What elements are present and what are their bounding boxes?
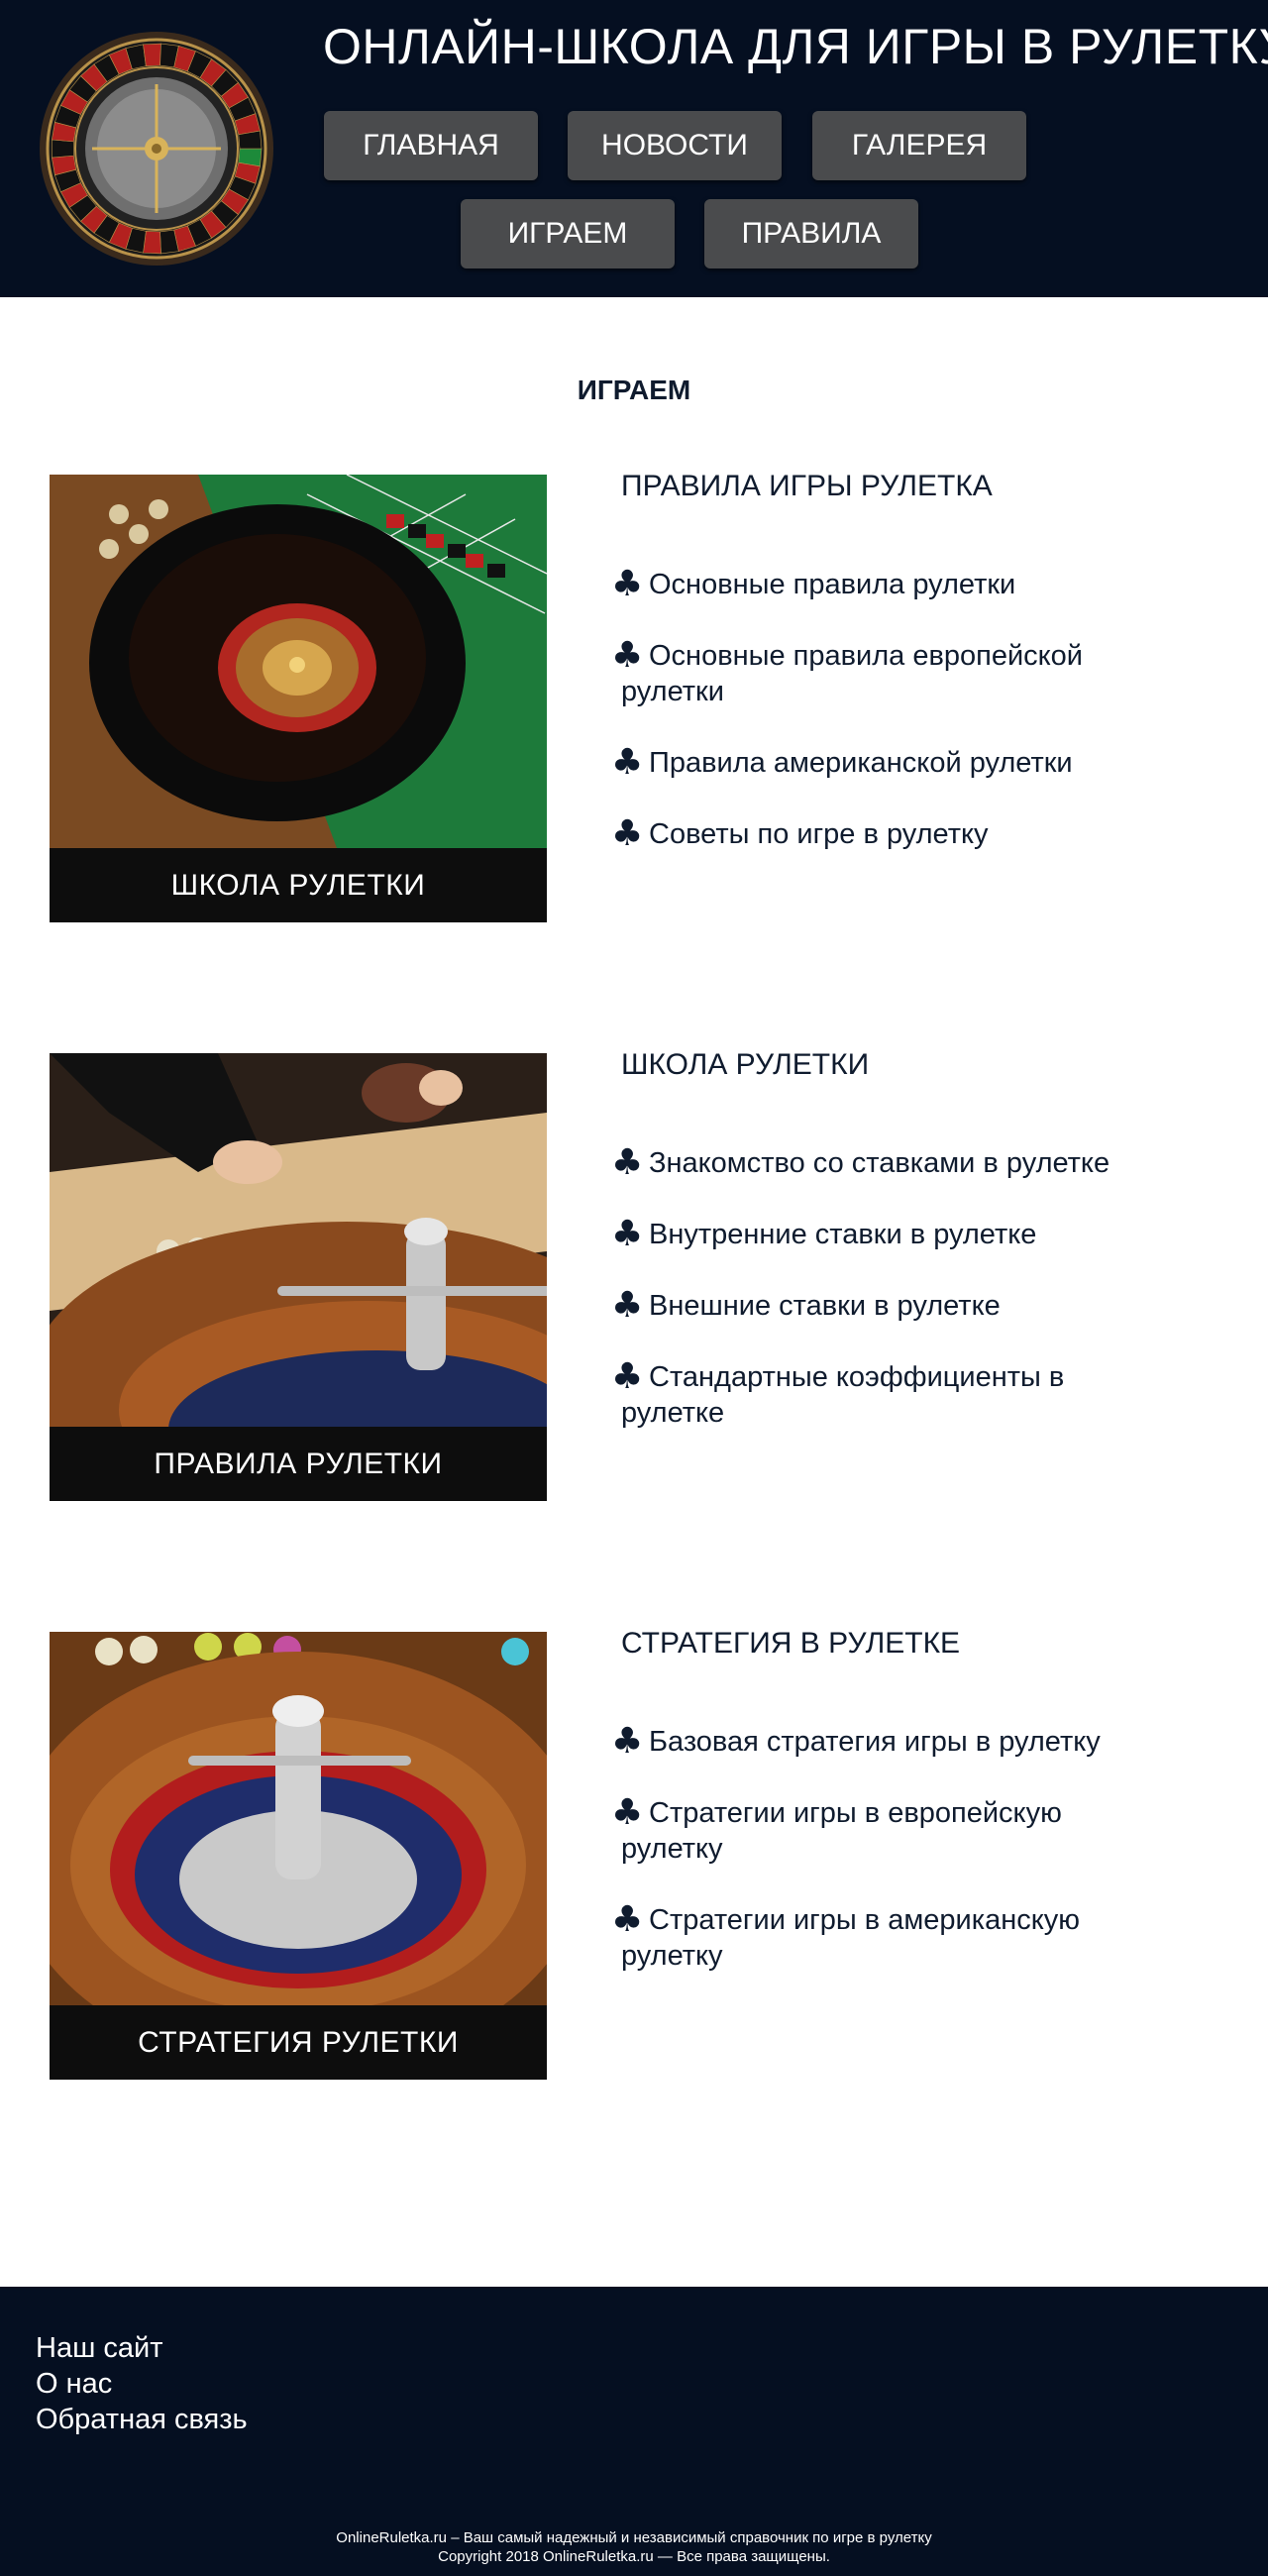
list-item[interactable]: ♣ Стратегии игры в европейскую рулетку (611, 1795, 1126, 1867)
list-item-label[interactable]: Стратегии игры в американскую рулетку (621, 1904, 1080, 1972)
footer-copyright-block: OnlineRuletka.ru – Ваш самый надежный и … (0, 2528, 1268, 2566)
card-caption[interactable]: СТРАТЕГИЯ РУЛЕТКИ (50, 2005, 547, 2080)
card-caption[interactable]: ШКОЛА РУЛЕТКИ (50, 848, 547, 922)
list-item-label[interactable]: Базовая стратегия игры в рулетку (649, 1726, 1101, 1758)
list-item-label[interactable]: Внутренние ставки в рулетке (649, 1219, 1036, 1250)
list-item[interactable]: ♣ Знакомство со ставками в рулетке (611, 1145, 1126, 1181)
club-icon: ♣ (611, 1214, 644, 1254)
card-roulette-strategy[interactable]: СТРАТЕГИЯ РУЛЕТКИ (50, 1632, 547, 2080)
list-item[interactable]: ♣ Стандартные коэффициенты в рулетке (611, 1359, 1126, 1431)
nav-home-button[interactable]: ГЛАВНАЯ (324, 111, 538, 180)
site-title: ОНЛАЙН-ШКОЛА ДЛЯ ИГРЫ В РУЛЕТКУ (323, 19, 1268, 74)
list-item[interactable]: ♣ Советы по игре в рулетку (611, 816, 1126, 852)
nav-news-button[interactable]: НОВОСТИ (568, 111, 782, 180)
list-title: ПРАВИЛА ИГРЫ РУЛЕТКА (621, 470, 993, 502)
site-footer: Наш сайт О нас Обратная связь OnlineRule… (0, 2287, 1268, 2576)
wheel-pocket (143, 231, 161, 255)
link-list: ♣ Базовая стратегия игры в рулетку ♣ Страт… (611, 1724, 1126, 1974)
list-item[interactable]: ♣ Основные правила европейской рулетки (611, 638, 1126, 709)
link-list: ♣ Основные правила рулетки ♣ Основные прав… (611, 567, 1126, 852)
site-header: ОНЛАЙН-ШКОЛА ДЛЯ ИГРЫ В РУЛЕТКУ ГЛАВНАЯ … (0, 0, 1268, 297)
link-list: ♣ Знакомство со ставками в рулетке ♣ Внутр… (611, 1145, 1126, 1431)
footer-copyright: Copyright 2018 OnlineRuletka.ru — Все пр… (438, 2548, 830, 2565)
club-icon: ♣ (611, 1721, 644, 1762)
footer-link-our-site[interactable]: Наш сайт (36, 2330, 248, 2366)
section-title: ИГРАЕМ (577, 375, 691, 405)
school-list-block: ШКОЛА РУЛЕТКИ ♣ Знакомство со ставками в … (611, 1048, 1126, 1466)
list-title: СТРАТЕГИЯ В РУЛЕТКЕ (621, 1627, 961, 1660)
croupier-roulette-image (50, 1053, 547, 1427)
nav-gallery-button[interactable]: ГАЛЕРЕЯ (812, 111, 1026, 180)
footer-tagline: OnlineRuletka.ru – Ваш самый надежный и … (336, 2529, 932, 2546)
rules-list-block: ПРАВИЛА ИГРЫ РУЛЕТКА ♣ Основные правила р… (611, 470, 1126, 888)
nav-play-button[interactable]: ИГРАЕМ (461, 199, 675, 268)
roulette-table-image (50, 475, 547, 848)
wheel-pocket (143, 43, 161, 66)
club-icon: ♣ (611, 1142, 644, 1183)
club-icon: ♣ (611, 564, 644, 604)
card-caption[interactable]: ПРАВИЛА РУЛЕТКИ (50, 1427, 547, 1501)
roulette-wheel-image (50, 1632, 547, 2005)
list-item-label[interactable]: Знакомство со ставками в рулетке (649, 1147, 1110, 1179)
footer-link-about[interactable]: О нас (36, 2366, 248, 2402)
list-item-label[interactable]: Внешние ставки в рулетке (649, 1290, 1001, 1322)
list-item[interactable]: ♣ Базовая стратегия игры в рулетку (611, 1724, 1126, 1760)
club-icon: ♣ (611, 742, 644, 783)
club-icon: ♣ (611, 1899, 644, 1940)
card-roulette-school[interactable]: ШКОЛА РУЛЕТКИ (50, 475, 547, 922)
list-item-label[interactable]: Основные правила европейской рулетки (621, 640, 1083, 707)
club-icon: ♣ (611, 1356, 644, 1397)
footer-nav: Наш сайт О нас Обратная связь (36, 2330, 248, 2437)
list-item[interactable]: ♣ Внешние ставки в рулетке (611, 1288, 1126, 1324)
list-item[interactable]: ♣ Основные правила рулетки (611, 567, 1126, 602)
list-item[interactable]: ♣ Правила американской рулетки (611, 745, 1126, 781)
footer-link-feedback[interactable]: Обратная связь (36, 2402, 248, 2437)
list-item[interactable]: ♣ Внутренние ставки в рулетке (611, 1217, 1126, 1252)
card-roulette-rules[interactable]: ПРАВИЛА РУЛЕТКИ (50, 1053, 547, 1501)
wheel-pocket (52, 139, 74, 159)
list-item-label[interactable]: Советы по игре в рулетку (649, 818, 989, 850)
strategy-list-block: СТРАТЕГИЯ В РУЛЕТКЕ ♣ Базовая стратегия и… (611, 1627, 1126, 2009)
club-icon: ♣ (611, 635, 644, 676)
list-item-label[interactable]: Стратегии игры в европейскую рулетку (621, 1797, 1062, 1865)
club-icon: ♣ (611, 1792, 644, 1833)
club-icon: ♣ (611, 813, 644, 854)
list-item[interactable]: ♣ Стратегии игры в американскую рулетку (611, 1902, 1126, 1974)
club-icon: ♣ (611, 1285, 644, 1326)
nav-rules-button[interactable]: ПРАВИЛА (704, 199, 918, 268)
list-item-label[interactable]: Стандартные коэффициенты в рулетке (621, 1361, 1064, 1429)
list-item-label[interactable]: Основные правила рулетки (649, 569, 1015, 600)
list-item-label[interactable]: Правила американской рулетки (649, 747, 1073, 779)
roulette-wheel-logo[interactable] (38, 30, 275, 268)
list-title: ШКОЛА РУЛЕТКИ (621, 1048, 870, 1081)
